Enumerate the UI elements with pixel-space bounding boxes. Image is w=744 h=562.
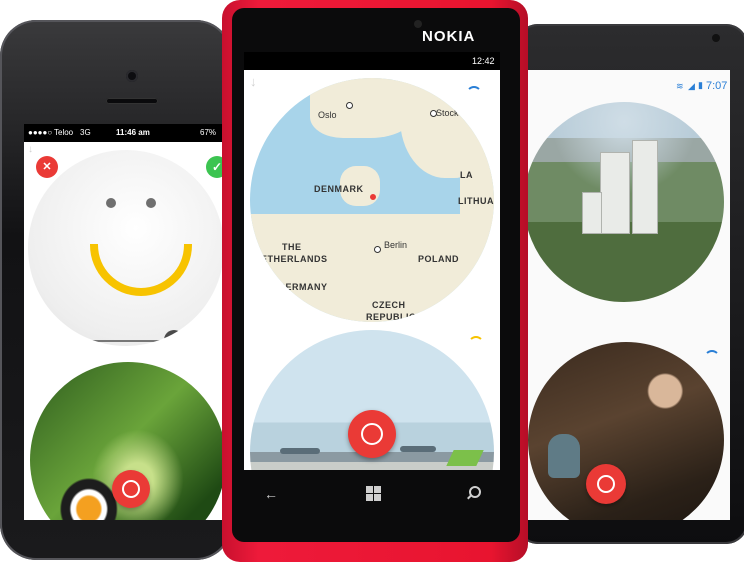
workshop-photo-circle[interactable] — [528, 342, 724, 520]
lumia-screen: 12:42 ↓ Oslo Stock DENMARK LA LITHUA THE… — [244, 52, 500, 470]
smile-mouth — [90, 244, 192, 296]
airplane-tail — [446, 450, 484, 466]
search-icon[interactable] — [466, 486, 481, 500]
map-circle[interactable]: Oslo Stock DENMARK LA LITHUA THE NETHERL… — [250, 78, 494, 322]
country-label-lithuania: LITHUA — [458, 196, 494, 206]
country-label-poland: POLAND — [418, 254, 459, 264]
cancel-button[interactable]: ✕ — [36, 156, 58, 178]
country-label-denmark: DENMARK — [314, 184, 364, 194]
front-camera — [126, 70, 138, 82]
city-marker — [430, 110, 437, 117]
carrier-name: Teloo — [54, 128, 74, 137]
pause-icon[interactable]: III — [164, 330, 184, 346]
country-label-czech: CZECH — [372, 300, 406, 310]
download-arrow-icon[interactable]: ↓ — [28, 144, 33, 155]
teapot — [548, 434, 580, 478]
record-button[interactable] — [586, 464, 626, 504]
record-ring-icon — [597, 475, 615, 493]
network-type: 3G — [80, 128, 91, 137]
country-label-netherlands: NETHERLANDS — [254, 254, 328, 264]
building — [600, 152, 630, 234]
loading-arc-icon — [468, 336, 484, 352]
front-camera — [712, 34, 720, 42]
country-label-germany: GERMANY — [278, 282, 328, 292]
status-time: 11:46 am — [116, 128, 150, 137]
country-label-republic: REPUBLIC — [366, 312, 417, 322]
wifi-icon: ≋ — [676, 81, 684, 91]
playback-scrubber-track[interactable] — [90, 340, 174, 342]
windows-status-bar: 12:42 — [244, 52, 500, 70]
loading-arc-icon — [704, 350, 720, 366]
brand-logo: NOKIA — [422, 28, 476, 45]
battery-percent: 67% — [200, 128, 217, 137]
city-label-stockholm: Stock — [436, 108, 459, 118]
record-button[interactable] — [348, 410, 396, 458]
record-ring-icon — [122, 480, 140, 498]
building — [632, 140, 658, 234]
record-button[interactable] — [112, 470, 150, 508]
city-marker — [346, 102, 353, 109]
country-label-the: THE — [282, 242, 302, 252]
ios-status-bar: ●●●●○ Teloo 3G 11:46 am 67% — [24, 124, 224, 142]
right-eye — [146, 198, 156, 208]
download-arrow-icon[interactable]: ↓ — [250, 74, 257, 89]
city-photo-circle[interactable] — [524, 102, 724, 302]
signal-strength: ●●●●○ — [28, 128, 53, 137]
front-camera — [414, 20, 422, 28]
iphone-screen: ●●●●○ Teloo 3G 11:46 am 67% ↓ III ✕ ✓ — [24, 124, 224, 520]
status-time: 12:42 — [472, 56, 495, 66]
country-label-la: LA — [460, 170, 473, 180]
current-location-marker — [370, 194, 376, 200]
earpiece-speaker — [106, 98, 158, 104]
building — [582, 192, 602, 234]
windows-icon[interactable] — [366, 486, 382, 502]
android-screen: ≋ ◢ ▮ 7:07 — [524, 70, 730, 520]
baltics-land — [460, 138, 494, 228]
airplane — [280, 448, 320, 454]
signal-icon: ◢ — [688, 81, 695, 91]
record-ring-icon — [361, 423, 383, 445]
city-label-oslo: Oslo — [318, 110, 337, 120]
battery-icon: ▮ — [698, 80, 703, 90]
city-label-berlin: Berlin — [384, 240, 408, 250]
city-marker — [374, 246, 381, 253]
android-status-bar: ≋ ◢ ▮ 7:07 — [524, 78, 730, 98]
airplane — [400, 446, 436, 452]
back-button[interactable]: ← — [264, 486, 278, 502]
status-time: 7:07 — [706, 80, 728, 92]
mood-recording-circle[interactable]: III — [28, 150, 224, 346]
left-eye — [106, 198, 116, 208]
